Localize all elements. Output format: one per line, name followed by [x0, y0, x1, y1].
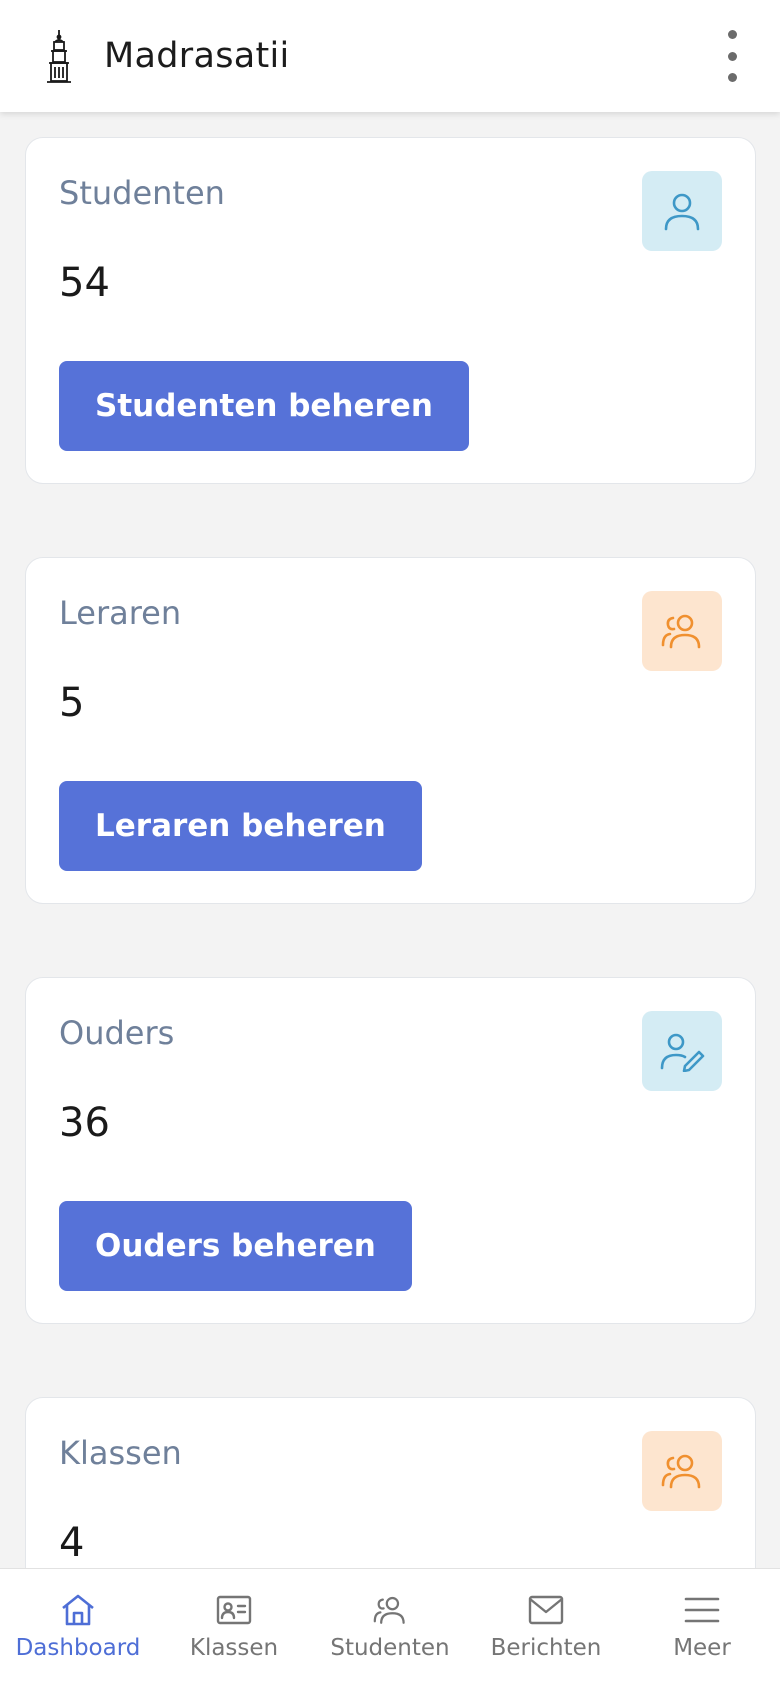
manage-students-button[interactable]: Studenten beheren: [59, 361, 469, 451]
user-edit-icon: [642, 1011, 722, 1091]
nav-label: Studenten: [330, 1635, 450, 1661]
dashboard-content[interactable]: Studenten 54 Studenten beheren Leraren 5…: [0, 112, 780, 1568]
card-label: Leraren: [59, 594, 182, 632]
teachers-card: Leraren 5 Leraren beheren: [25, 557, 756, 904]
nav-label: Meer: [673, 1635, 731, 1661]
nav-label: Klassen: [189, 1635, 279, 1661]
user-icon: [642, 171, 722, 251]
id-card-icon: [214, 1591, 254, 1629]
more-options-button[interactable]: [720, 30, 744, 82]
nav-label: Dashboard: [15, 1635, 141, 1661]
users-icon: [370, 1591, 410, 1629]
mail-icon: [526, 1591, 566, 1629]
card-label: Studenten: [59, 174, 225, 212]
card-value: 54: [59, 260, 110, 306]
manage-teachers-button[interactable]: Leraren beheren: [59, 781, 422, 871]
users-icon: [642, 1431, 722, 1511]
manage-parents-button[interactable]: Ouders beheren: [59, 1201, 412, 1291]
minaret-icon: [32, 26, 86, 86]
parents-card: Ouders 36 Ouders beheren: [25, 977, 756, 1324]
nav-item-meer[interactable]: Meer: [624, 1569, 780, 1688]
classes-card: Klassen 4: [25, 1397, 756, 1568]
users-icon: [642, 591, 722, 671]
nav-item-klassen[interactable]: Klassen: [156, 1569, 312, 1688]
card-label: Klassen: [59, 1434, 182, 1472]
card-value: 5: [59, 680, 85, 726]
card-value: 4: [59, 1520, 85, 1566]
card-label: Ouders: [59, 1014, 175, 1052]
bottom-navigation: Dashboard Klassen Studenten Berichten Me…: [0, 1568, 780, 1688]
nav-item-studenten[interactable]: Studenten: [312, 1569, 468, 1688]
app-title: Madrasatii: [104, 36, 290, 76]
home-icon: [58, 1591, 98, 1629]
card-value: 36: [59, 1100, 110, 1146]
menu-icon: [682, 1591, 722, 1629]
nav-item-dashboard[interactable]: Dashboard: [0, 1569, 156, 1688]
more-vertical-icon: [727, 30, 737, 39]
nav-item-berichten[interactable]: Berichten: [468, 1569, 624, 1688]
nav-label: Berichten: [490, 1635, 602, 1661]
students-card: Studenten 54 Studenten beheren: [25, 137, 756, 484]
app-bar: Madrasatii: [0, 0, 780, 112]
